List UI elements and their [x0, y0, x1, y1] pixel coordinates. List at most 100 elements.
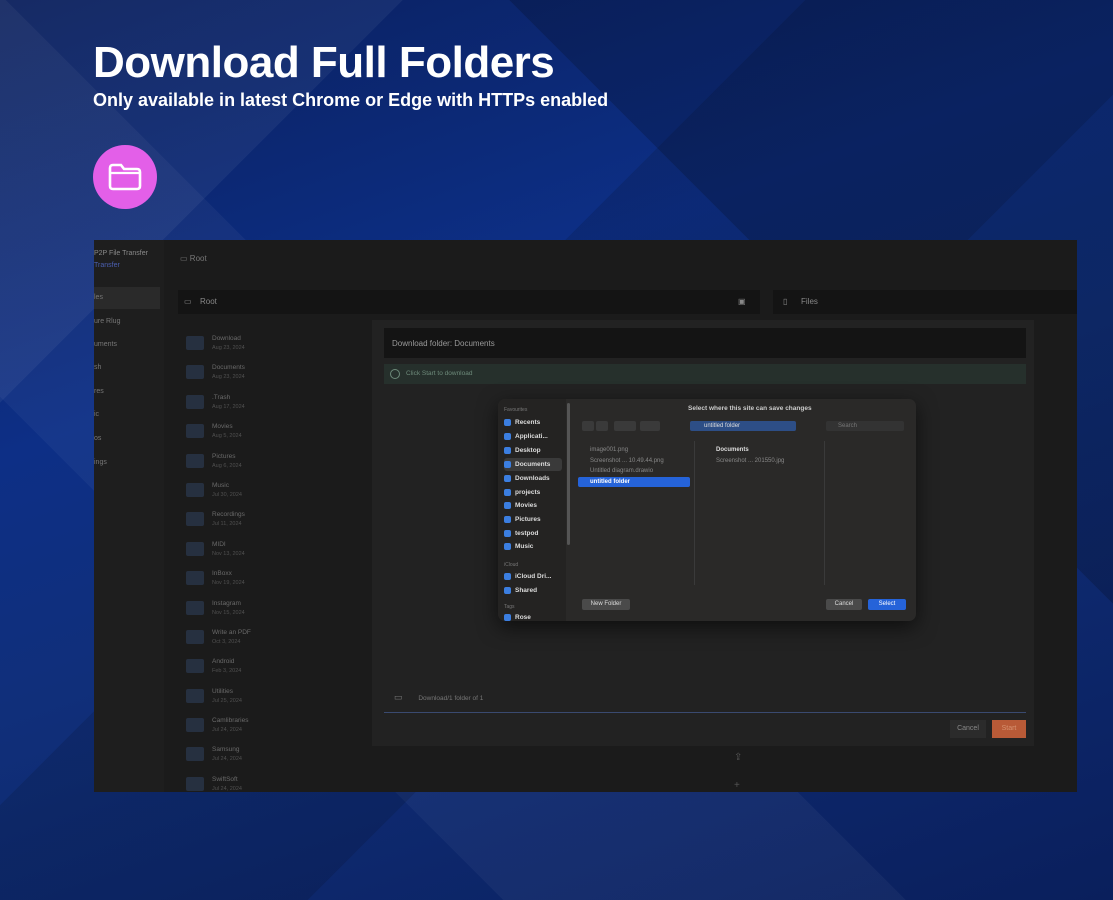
start-button[interactable]: Start [992, 720, 1026, 738]
folder-row[interactable]: Samsung Jul 24, 2024 [184, 741, 364, 770]
dialog-sidebar-item[interactable]: Shared [504, 584, 562, 597]
forward-button[interactable] [596, 421, 608, 431]
dialog-sidebar-label: Shared [515, 587, 538, 594]
folder-date: Aug 23, 2024 [212, 345, 245, 351]
download-target-label: Download/1 folder of 1 [418, 695, 484, 702]
dialog-sidebar-item[interactable]: Desktop [504, 444, 562, 457]
folder-date: Jul 24, 2024 [212, 785, 242, 792]
folder-row[interactable]: Pictures Aug 6, 2024 [184, 448, 364, 477]
dialog-sidebar-item[interactable]: Rose [504, 611, 562, 621]
dialog-sidebar-item-documents[interactable]: Documents [504, 458, 562, 471]
folder-row[interactable]: Music Jul 30, 2024 [184, 477, 364, 506]
folder-icon [186, 659, 204, 674]
new-folder-button[interactable]: New Folder [582, 599, 630, 610]
folder-row[interactable]: Instagram Nov 15, 2024 [184, 595, 364, 624]
topbar-root[interactable]: ▭ Root [180, 254, 207, 263]
folder-row[interactable]: Recordings Jul 11, 2024 [184, 506, 364, 535]
cancel-button[interactable]: Cancel [950, 720, 986, 738]
folder-date: Jul 30, 2024 [212, 491, 242, 498]
download-info-banner: Click Start to download [384, 364, 1026, 384]
topbar-root-label: Root [189, 254, 207, 263]
upload-icon[interactable]: ⇪ [734, 752, 742, 763]
dialog-sidebar-item[interactable]: iCloud Dri... [504, 570, 562, 583]
sidebar-item-trash[interactable]: sh [94, 357, 160, 379]
folder-row[interactable]: Android Feb 3, 2024 [184, 653, 364, 682]
app-screenshot: P2P File Transfer Transfer les ure Rlug … [94, 240, 1077, 792]
file-item[interactable]: Screenshot ... 201550.jpg [704, 456, 820, 467]
favorites-label: Favourites [504, 407, 528, 413]
folder-row[interactable]: .Trash Aug 17, 2024 [184, 389, 364, 418]
file-item[interactable]: Screenshot ... 10.49.44.png [578, 456, 690, 467]
download-header-title: Download folder: Documents [392, 339, 495, 348]
group-button[interactable] [640, 421, 660, 431]
new-folder-icon[interactable]: ▣ [738, 297, 746, 306]
folder-row[interactable]: InBoxx Nov 19, 2024 [184, 565, 364, 594]
folder-name: Download [212, 335, 241, 342]
folder-date: Nov 15, 2024 [212, 609, 245, 616]
file-item[interactable]: image001.png [578, 445, 690, 456]
column-divider [824, 441, 825, 585]
folder-name: Music [212, 481, 229, 489]
sidebar-item-settings[interactable]: ings [94, 452, 160, 474]
sidebar-item-pictures[interactable]: res [94, 381, 160, 403]
folder-row[interactable]: Write an PDF Oct 3, 2024 [184, 624, 364, 653]
hero-folder-badge [93, 145, 157, 209]
folder-date: Jul 25, 2024 [212, 697, 242, 704]
tags-label: Tags [504, 604, 515, 610]
hero-title: Download Full Folders [93, 38, 555, 87]
add-icon[interactable]: + [734, 780, 740, 791]
folder-item-selected[interactable]: untitled folder [578, 476, 690, 487]
folder-row[interactable]: MIDI Nov 13, 2024 [184, 536, 364, 565]
dialog-search-input[interactable]: Search [826, 421, 904, 431]
folder-row[interactable]: SwiftSoft Jul 24, 2024 [184, 771, 364, 792]
dialog-sidebar-item[interactable]: Applicati... [504, 430, 562, 443]
dialog-sidebar-item[interactable]: projects [504, 486, 562, 499]
sidebar-item-music[interactable]: ic [94, 404, 160, 426]
folder-icon [186, 688, 204, 703]
folder-row[interactable]: Utilities Jul 25, 2024 [184, 683, 364, 712]
folder-name: Write an PDF [212, 628, 251, 636]
dialog-sidebar-item[interactable]: Movies [504, 499, 562, 512]
folder-row[interactable]: Camlibraries Jul 24, 2024 [184, 712, 364, 741]
sidebar-item-files[interactable]: les [94, 287, 160, 309]
dialog-sidebar-scrollbar[interactable] [567, 403, 570, 545]
folder-row[interactable]: Movies Aug 5, 2024 [184, 418, 364, 447]
file-icon: ▯ [783, 297, 788, 306]
back-button[interactable] [582, 421, 594, 431]
location-dropdown[interactable]: untitled folder [690, 421, 796, 431]
folder-date: Nov 13, 2024 [212, 550, 245, 557]
dialog-sidebar-item[interactable]: Music [504, 540, 562, 553]
column-divider [694, 441, 695, 585]
icloud-label: iCloud [504, 562, 519, 568]
folder-row[interactable]: Download Aug 23, 2024 [184, 330, 364, 359]
dialog-sidebar-item[interactable]: testpod [504, 527, 562, 540]
view-mode-button[interactable] [614, 421, 636, 431]
sidebar-item-documents[interactable]: uments [94, 334, 160, 356]
folder-name: .Trash [212, 393, 231, 401]
dialog-sidebar-label: iCloud Dri... [515, 573, 552, 580]
dialog-sidebar-label: Rose [515, 614, 531, 621]
folder-item[interactable]: Documents [704, 445, 820, 456]
dialog-sidebar-item[interactable]: Downloads [504, 472, 562, 485]
sidebar-item[interactable]: ure Rlug [94, 311, 160, 333]
folder-date: Feb 3, 2024 [212, 668, 242, 675]
folder-date: Jul 24, 2024 [212, 756, 242, 763]
download-info-text: Click Start to download [406, 370, 473, 377]
download-target[interactable]: ▭ Download/1 folder of 1 [394, 692, 483, 703]
folder-row[interactable]: Documents Aug 23, 2024 [184, 359, 364, 388]
folder-icon [186, 629, 204, 644]
folder-date: Jul 24, 2024 [212, 727, 242, 734]
select-button[interactable]: Select [868, 599, 906, 610]
dialog-sidebar-item[interactable]: Pictures [504, 513, 562, 526]
sidebar-item-videos[interactable]: os [94, 428, 160, 450]
file-item[interactable]: Untitled diagram.drawio [578, 466, 690, 477]
folder-icon [108, 163, 142, 191]
dialog-title: Select where this site can save changes [688, 405, 812, 412]
dialog-sidebar-item[interactable]: Recents [504, 416, 562, 429]
dialog-cancel-button[interactable]: Cancel [826, 599, 862, 610]
folder-name: Camlibraries [212, 717, 249, 725]
tag-icon [504, 613, 511, 621]
folder-name: Documents [212, 364, 245, 372]
root-bar: ▭ Root ▣ [178, 290, 760, 314]
folder-date: Oct 3, 2024 [212, 638, 241, 645]
